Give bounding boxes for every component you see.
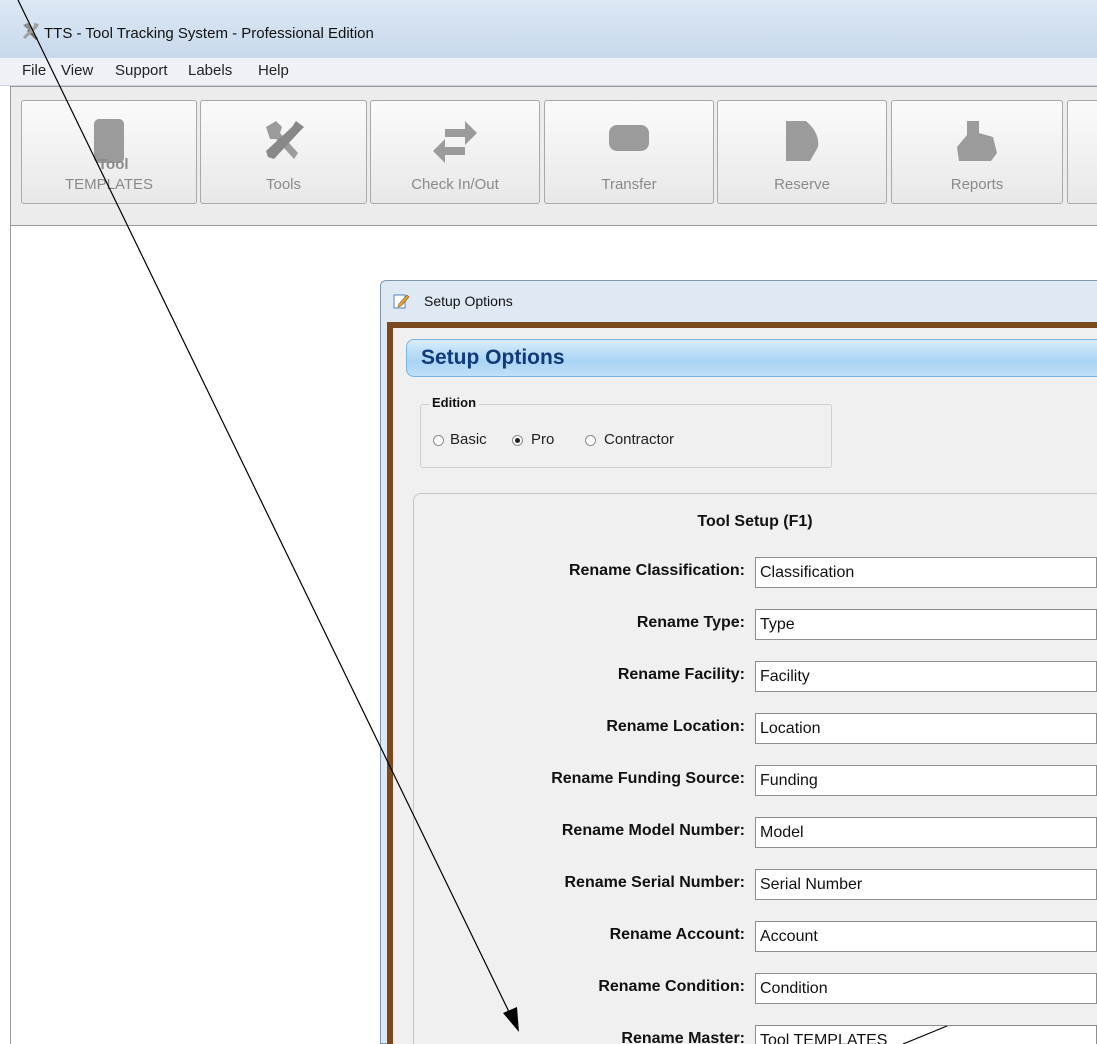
menu-file[interactable]: File — [22, 62, 46, 79]
toolbar-checkinout-button[interactable]: Check In/Out — [370, 100, 540, 204]
tools-app-icon — [23, 23, 39, 40]
rename-condition-input[interactable]: Condition — [755, 973, 1097, 1004]
rename-account-input[interactable]: Account — [755, 921, 1097, 952]
rename-funding-source-input[interactable]: Funding — [755, 765, 1097, 796]
rename-model-number-input[interactable]: Model — [755, 817, 1097, 848]
toolbar-transfer-label: Transfer — [601, 176, 657, 193]
toolbar-templates-label: TEMPLATES — [64, 176, 154, 193]
menu-support[interactable]: Support — [115, 62, 168, 79]
edition-pro-radio[interactable] — [512, 435, 523, 446]
toolbar-reports-button[interactable]: Reports — [891, 100, 1063, 204]
rename-account-label: Rename Account: — [609, 926, 745, 943]
rename-serial-number-label: Rename Serial Number: — [564, 874, 745, 891]
rename-facility-input[interactable]: Facility — [755, 661, 1097, 692]
setup-header-bar: Setup Options — [406, 339, 1097, 377]
rename-condition-label: Rename Condition: — [598, 978, 745, 995]
rename-classification-label: Rename Classification: — [568, 562, 745, 579]
swap-arrows-icon — [433, 121, 477, 163]
rename-type-label: Rename Type: — [636, 614, 745, 631]
menu-labels[interactable]: Labels — [188, 62, 232, 79]
toolbar-transfer-button[interactable]: Transfer — [544, 100, 714, 204]
edition-basic-radio[interactable] — [433, 435, 444, 446]
window-title: TTS - Tool Tracking System - Professiona… — [44, 25, 374, 42]
edition-basic-label[interactable]: Basic — [450, 431, 487, 448]
edit-document-icon — [393, 294, 409, 309]
toolbar-checkinout-label: Check In/Out — [411, 176, 499, 193]
dialog-title: Setup Options — [424, 293, 513, 309]
truck-icon — [609, 125, 649, 151]
rename-classification-input[interactable]: Classification — [755, 557, 1097, 588]
tool-setup-group: Tool Setup (F1) Rename Classification: C… — [413, 493, 1097, 1044]
setup-options-dialog: Setup Options Setup Options Edition Basi… — [380, 280, 1097, 1044]
edition-legend: Edition — [429, 395, 480, 410]
dialog-titlebar[interactable]: Setup Options — [381, 281, 1097, 319]
rename-model-number-label: Rename Model Number: — [561, 822, 745, 839]
reserve-icon — [786, 121, 819, 161]
menu-help[interactable]: Help — [258, 62, 289, 79]
setup-header-title: Setup Options — [421, 346, 565, 369]
edition-pro-label[interactable]: Pro — [531, 431, 554, 448]
menu-view[interactable]: View — [61, 62, 93, 79]
menu-bar: File View Support Labels Help — [0, 58, 1097, 86]
toolbar-next-button[interactable] — [1067, 100, 1097, 204]
rename-location-input[interactable]: Location — [755, 713, 1097, 744]
toolbar-tools-button[interactable]: Tools — [200, 100, 367, 204]
main-toolbar: Tool TEMPLATES Tools Check In/Out Transf… — [10, 86, 1097, 226]
edition-contractor-label[interactable]: Contractor — [604, 431, 674, 448]
edition-contractor-radio[interactable] — [585, 435, 596, 446]
toolbar-reserve-label: Reserve — [774, 176, 830, 193]
setup-panel: Setup Options Edition Basic Pro Contract… — [393, 328, 1097, 1044]
reports-icon — [957, 121, 997, 161]
rename-master-label: Rename Master: — [621, 1030, 745, 1044]
dialog-frame: Setup Options Edition Basic Pro Contract… — [387, 322, 1097, 1044]
rename-master-input[interactable]: Tool TEMPLATES — [755, 1025, 1097, 1044]
rename-location-label: Rename Location: — [606, 718, 745, 735]
window-titlebar: TTS - Tool Tracking System - Professiona… — [0, 0, 1097, 58]
wrench-screwdriver-icon — [265, 121, 304, 159]
toolbar-reports-label: Reports — [950, 176, 1004, 193]
tool-setup-title: Tool Setup (F1) — [697, 513, 813, 530]
rename-serial-number-input[interactable]: Serial Number — [755, 869, 1097, 900]
edition-group: Edition Basic Pro Contractor — [420, 395, 832, 468]
toolbar-tools-label: Tools — [265, 176, 302, 193]
toolbar-templates-overlay: Tool — [98, 156, 129, 173]
rename-facility-label: Rename Facility: — [617, 666, 745, 683]
toolbar-templates-button[interactable]: Tool TEMPLATES — [21, 100, 197, 204]
toolbar-reserve-button[interactable]: Reserve — [717, 100, 887, 204]
rename-type-input[interactable]: Type — [755, 609, 1097, 640]
rename-funding-source-label: Rename Funding Source: — [551, 770, 745, 787]
